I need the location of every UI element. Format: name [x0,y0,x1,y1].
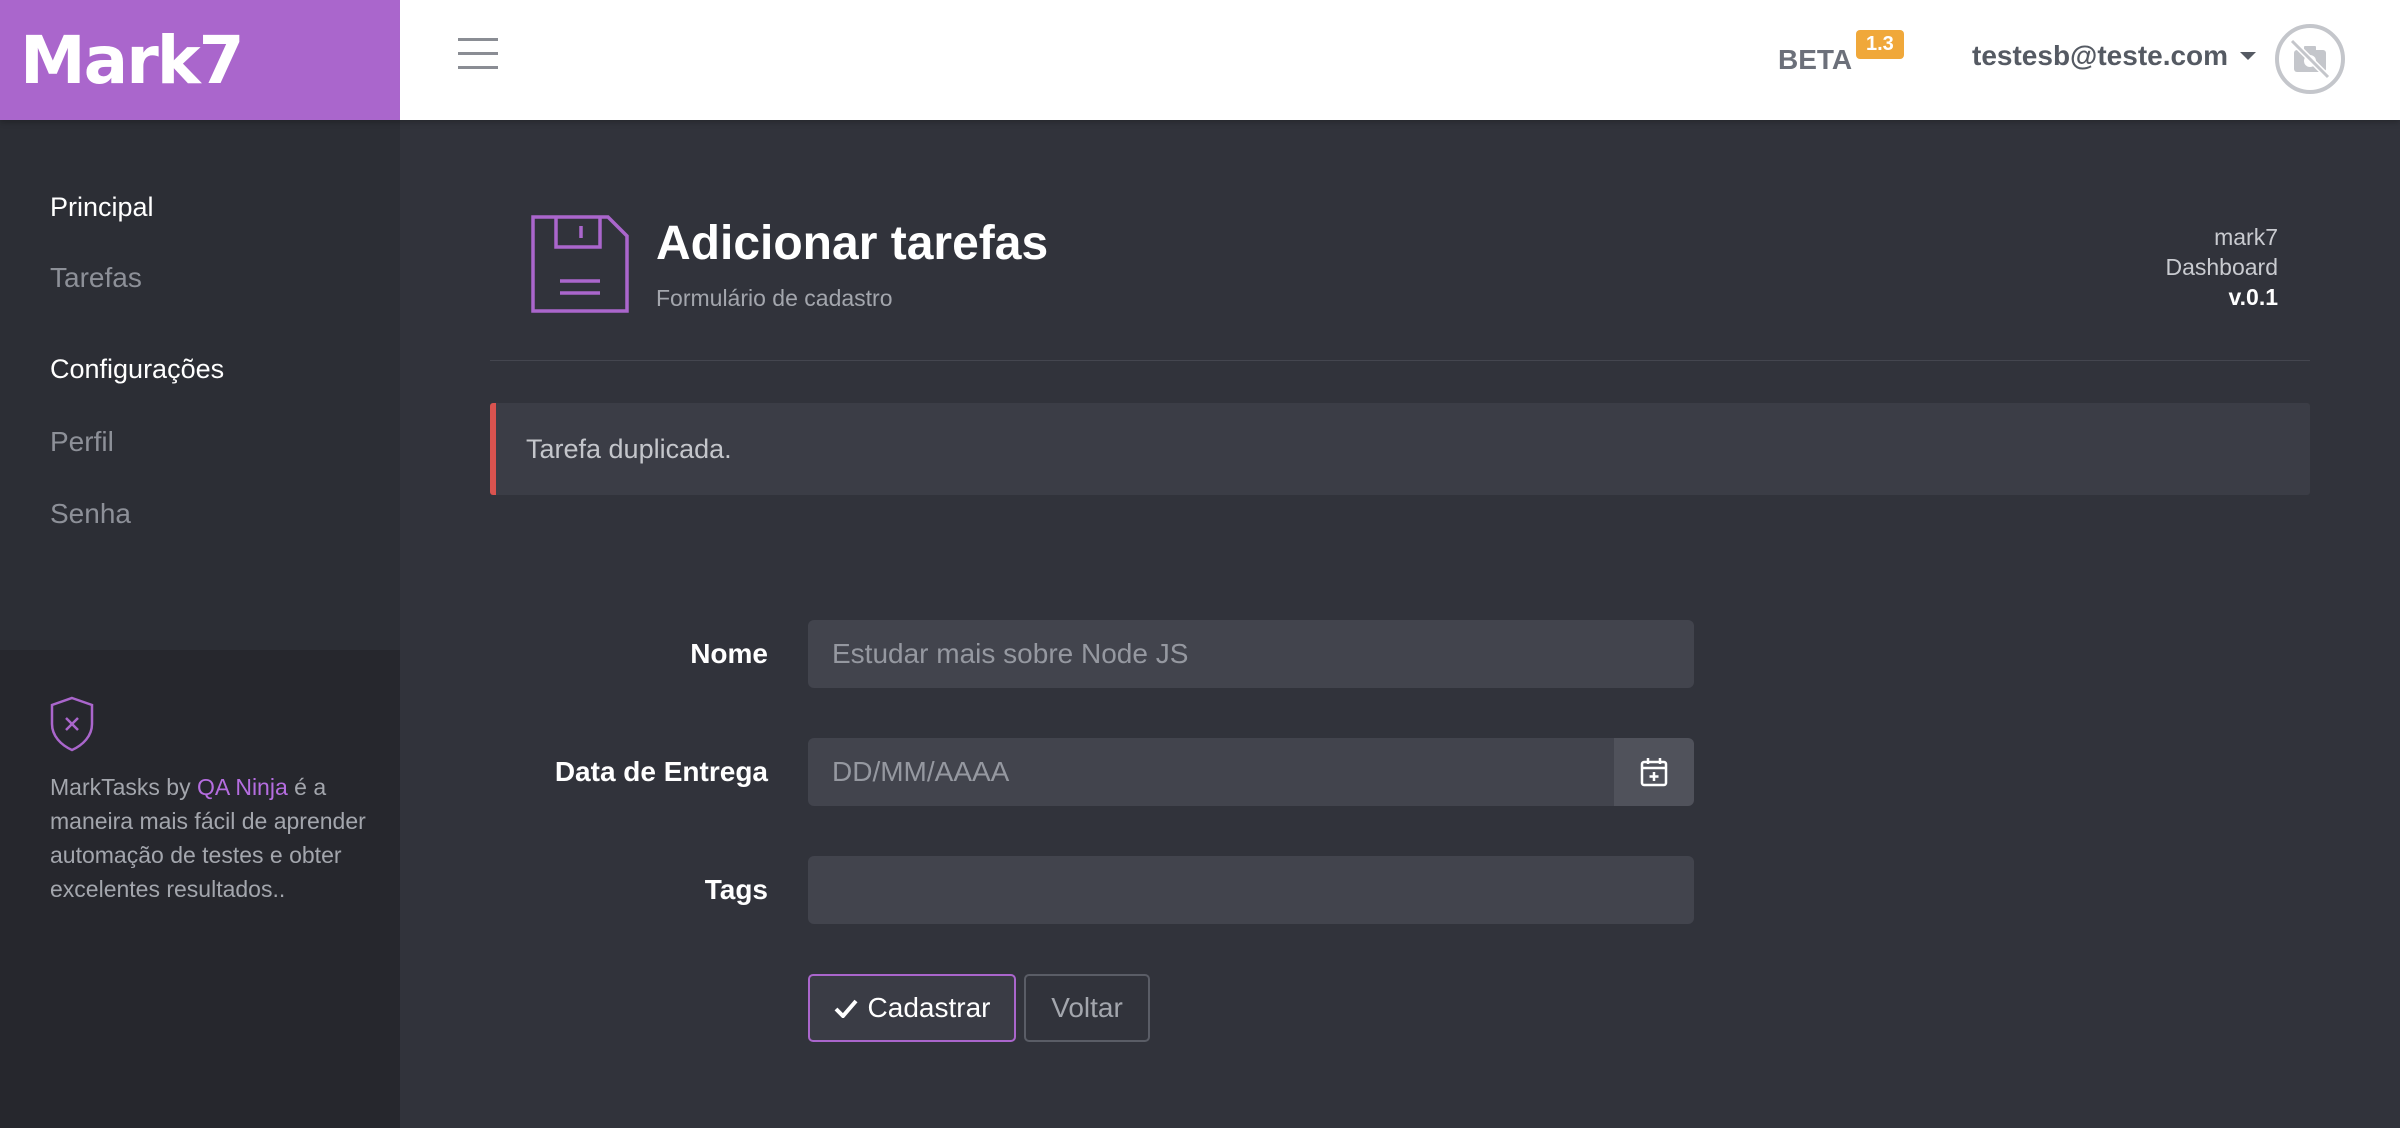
page-subtitle: Formulário de cadastro [656,285,893,311]
user-email: testesb@teste.com [1972,40,2229,71]
brand-logo[interactable]: Mark7 [0,0,400,120]
meta-version: v.0.1 [2228,284,2278,310]
avatar[interactable] [2275,24,2345,94]
meta-app: mark7 [2214,224,2278,250]
alert-message: Tarefa duplicada. [490,403,2310,495]
header-divider [490,360,2310,361]
back-button[interactable]: Voltar [1024,974,1150,1042]
caret-down-icon [2240,52,2257,60]
page-title: Adicionar tarefas [656,217,1049,270]
name-input[interactable] [808,620,1694,688]
sidebar-section-principal: Principal [50,192,154,222]
top-navbar: Mark7 BETA 1.3 testesb@teste.com [0,0,2400,120]
sidebar-footer: MarkTasks by QA Ninja é a maneira mais f… [0,650,400,1128]
tags-label: Tags [704,874,768,905]
sidebar: Principal Tarefas Configurações Perfil S… [0,120,400,1128]
breadcrumb: mark7 Dashboard v.0.1 [2165,222,2278,312]
meta-section: Dashboard [2165,254,2278,280]
floppy-disk-icon [531,215,629,313]
calendar-button[interactable] [1614,738,1694,806]
name-label: Nome [690,638,768,669]
sidebar-item-senha[interactable]: Senha [50,498,131,530]
sidebar-item-perfil[interactable]: Perfil [50,426,114,458]
qa-ninja-link[interactable]: QA Ninja [197,774,288,800]
date-input[interactable] [808,738,1614,806]
main-content: Adicionar tarefas Formulário de cadastro… [400,120,2400,1128]
alert-text: Tarefa duplicada. [526,433,732,464]
date-field [808,738,1694,806]
user-menu[interactable]: testesb@teste.com [1972,40,2257,72]
footer-prefix: MarkTasks by [50,774,197,800]
menu-icon[interactable] [458,38,498,70]
calendar-plus-icon [1640,758,1668,787]
check-icon [834,999,858,1018]
beta-label: BETA [1778,44,1853,75]
sidebar-footer-text: MarkTasks by QA Ninja é a maneira mais f… [50,770,370,906]
tags-input[interactable] [808,856,1694,924]
no-photo-icon [2289,38,2331,80]
submit-button[interactable]: Cadastrar [808,974,1016,1042]
submit-label: Cadastrar [867,992,991,1023]
date-label: Data de Entrega [554,756,768,787]
sidebar-section-configuracoes: Configurações [50,354,225,384]
version-badge: 1.3 [1856,30,1904,59]
shield-x-icon [50,696,94,752]
sidebar-item-tarefas[interactable]: Tarefas [50,262,142,294]
brand-name: Mark7 [20,21,245,99]
